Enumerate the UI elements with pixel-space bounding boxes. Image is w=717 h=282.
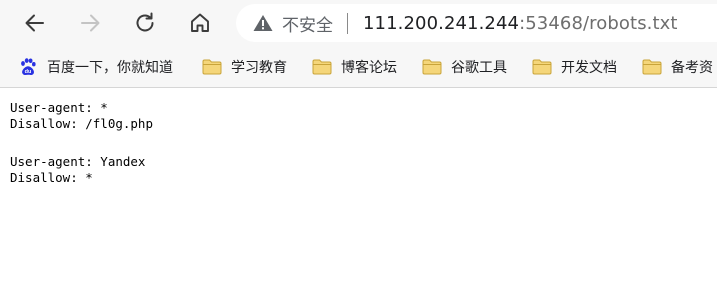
bookmark-folder-study[interactable]: 学习教育 [202, 47, 287, 87]
robots-line: User-agent: * [10, 100, 108, 115]
home-icon [191, 13, 209, 32]
bookmark-label: 学习教育 [231, 60, 287, 76]
bookmarks-bar: du 百度一下，你就知道 学习教育 博客论坛 谷歌工具 开发文档 备考资 [0, 47, 717, 88]
bookmark-folder-blogs[interactable]: 博客论坛 [312, 47, 397, 87]
browser-chrome: 不安全 111.200.241.244:53468/robots.txt du … [0, 0, 717, 88]
baidu-paw-icon: du [21, 58, 36, 75]
address-separator [347, 12, 348, 34]
home-button[interactable] [183, 6, 217, 40]
back-button[interactable] [18, 6, 52, 40]
bookmark-folder-exam-prep[interactable]: 备考资 [642, 47, 713, 87]
bookmark-baidu[interactable]: du 百度一下，你就知道 [18, 47, 173, 87]
reload-button[interactable] [128, 6, 162, 40]
warning-triangle-icon[interactable] [253, 14, 273, 32]
url-host: 111.200.241.244 [363, 12, 520, 34]
bookmark-label: 博客论坛 [341, 60, 397, 76]
folder-icon [532, 59, 552, 75]
folder-icon [202, 59, 222, 75]
arrow-left-icon [25, 14, 44, 32]
robots-line: Disallow: /fl0g.php [10, 116, 153, 131]
robots-txt-content: User-agent: * Disallow: /fl0g.php User-a… [0, 88, 717, 186]
folder-icon [642, 59, 662, 75]
reload-icon [136, 12, 154, 32]
url-path: :53468/robots.txt [519, 12, 678, 34]
folder-icon [312, 59, 332, 75]
address-bar[interactable]: 不安全 111.200.241.244:53468/robots.txt [236, 4, 717, 42]
arrow-right-icon [81, 14, 100, 32]
bookmark-label: 百度一下，你就知道 [47, 60, 173, 76]
forward-button[interactable] [73, 6, 107, 40]
robots-line: Disallow: * [10, 170, 93, 185]
security-status-label[interactable]: 不安全 [282, 11, 333, 36]
robots-line: User-agent: Yandex [10, 154, 146, 169]
bookmark-folder-dev-docs[interactable]: 开发文档 [532, 47, 617, 87]
browser-toolbar: 不安全 111.200.241.244:53468/robots.txt [0, 0, 717, 47]
bookmark-label: 谷歌工具 [451, 60, 507, 76]
bookmark-label: 备考资 [671, 60, 713, 76]
bookmark-folder-google-tools[interactable]: 谷歌工具 [422, 47, 507, 87]
url-text[interactable]: 111.200.241.244:53468/robots.txt [363, 13, 678, 34]
folder-icon [422, 59, 442, 75]
bookmark-label: 开发文档 [561, 60, 617, 76]
svg-text:du: du [25, 69, 32, 75]
